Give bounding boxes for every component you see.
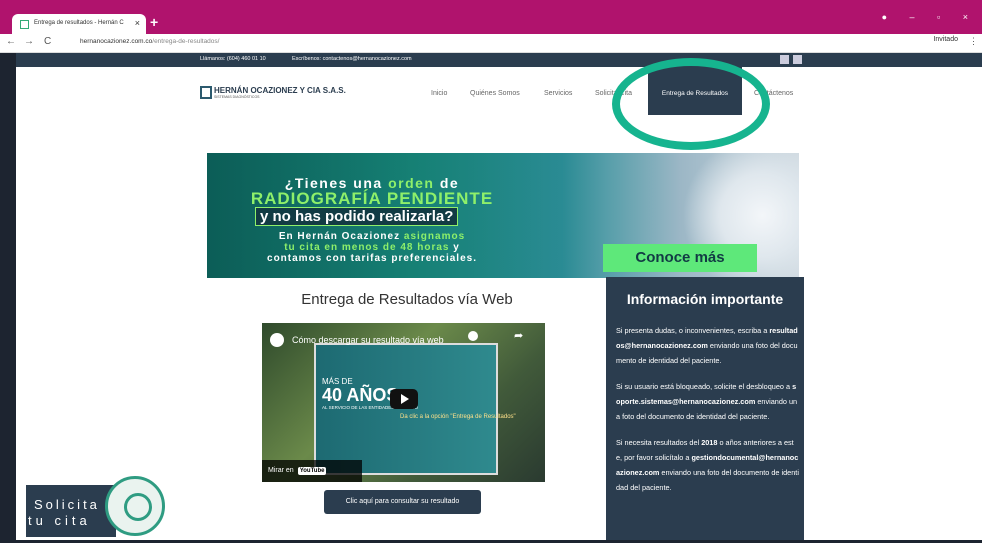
profile-button[interactable]: Invitado — [933, 36, 958, 43]
facebook-icon[interactable] — [780, 55, 789, 64]
solicita-label: Solicita — [34, 497, 100, 512]
solicita-cita-widget[interactable]: Solicita tu cita — [26, 485, 116, 537]
url-path: /entrega-de-resultados/ — [152, 38, 220, 45]
site-header — [16, 67, 982, 137]
forward-icon[interactable]: → — [24, 36, 34, 47]
logo-name[interactable]: HERNÁN OCAZIONEZ Y CIA S.A.S. — [214, 86, 346, 95]
tab-title: Entrega de resultados - Hernán C — [34, 20, 124, 26]
browser-tab-strip — [0, 0, 982, 34]
consult-result-button[interactable]: Clic aquí para consultar su resultado — [324, 490, 481, 514]
nav-servicios[interactable]: Servicios — [544, 90, 572, 97]
banner-body: En Hernán Ocazionez asignamos tu cita en… — [207, 231, 537, 264]
info-p2-pre: Si su usuario está bloqueado, solicite e… — [616, 382, 791, 391]
youtube-video[interactable]: Cómo descargar su resultado vía web ➦ MÁ… — [262, 323, 545, 482]
whatsapp-phone-icon — [124, 493, 152, 521]
browser-tab[interactable]: Entrega de resultados - Hernán C × — [12, 14, 146, 34]
browser-menu-icon[interactable]: ⋮ — [969, 36, 978, 47]
highlight-circle — [612, 58, 770, 150]
contact-bar — [16, 53, 982, 67]
banner-line-4b: asignamos — [403, 231, 466, 242]
back-icon[interactable]: ← — [6, 36, 16, 47]
watch-on-label: Mirar en — [268, 467, 294, 474]
phone-text: Llámanos: (604) 460 01 10 — [200, 56, 266, 62]
banner-line-2: RADIOGRAFÍA PENDIENTE — [250, 189, 494, 208]
info-paragraph-1: Si presenta dudas, o inconvenientes, esc… — [616, 323, 799, 368]
info-p3-year: 2018 — [701, 438, 718, 447]
tu-cita-label: tu cita — [28, 513, 91, 528]
video-40-anos: 40 AÑOS — [322, 385, 399, 405]
video-title[interactable]: Cómo descargar su resultado vía web — [292, 335, 444, 345]
email-text[interactable]: Escríbenos: contactenos@hernanocazionez.… — [292, 56, 412, 62]
new-tab-button[interactable]: + — [150, 14, 158, 30]
url-field[interactable]: hernanocazionez.com.co/entrega-de-result… — [80, 38, 219, 45]
conoce-mas-button[interactable]: Conoce más — [603, 244, 757, 272]
watch-later-icon[interactable] — [468, 331, 478, 341]
reload-icon[interactable]: C — [44, 36, 51, 47]
channel-logo-icon[interactable] — [270, 333, 284, 347]
info-panel: Información importante Si presenta dudas… — [606, 277, 804, 543]
close-tab-icon[interactable]: × — [135, 18, 140, 28]
info-paragraph-3: Si necesita resultados del 2018 o años a… — [616, 435, 799, 495]
window-controls[interactable]: ● – ▫ × — [882, 12, 978, 22]
info-p1-pre: Si presenta dudas, o inconvenientes, esc… — [616, 326, 768, 335]
page-heading: Entrega de Resultados vía Web — [301, 291, 513, 308]
nav-inicio[interactable]: Inicio — [431, 90, 447, 97]
info-p3-pre: Si necesita resultados del — [616, 438, 700, 447]
share-icon[interactable]: ➦ — [514, 329, 523, 342]
promo-banner[interactable]: ¿Tienes una orden de RADIOGRAFÍA PENDIEN… — [207, 153, 799, 278]
url-host: hernanocazionez.com.co — [80, 38, 153, 45]
instagram-icon[interactable] — [793, 55, 802, 64]
info-title: Información importante — [626, 291, 784, 307]
left-edge — [0, 53, 16, 543]
banner-line-4a: En Hernán Ocazionez — [278, 231, 401, 242]
banner-line-5b: y — [453, 242, 460, 253]
whatsapp-icon[interactable] — [105, 476, 165, 536]
youtube-logo-icon: YouTube — [297, 467, 327, 475]
logo-subtitle: SISTEMAS DIAGNÓSTICOS — [214, 95, 260, 99]
watch-on-youtube[interactable]: Mirar en YouTube — [262, 460, 362, 482]
banner-line-6: contamos con tarifas preferenciales. — [267, 253, 477, 264]
banner-line-3: y no has podido realizarla? — [255, 207, 459, 226]
banner-line-5a: tu cita en menos de 48 horas — [284, 242, 450, 253]
nav-quienes-somos[interactable]: Quiénes Somos — [470, 90, 520, 97]
info-paragraph-2: Si su usuario está bloqueado, solicite e… — [616, 379, 799, 424]
favicon-icon — [20, 20, 29, 29]
logo-icon[interactable] — [200, 86, 212, 99]
play-icon[interactable] — [390, 389, 418, 409]
info-body: Si presenta dudas, o inconvenientes, esc… — [616, 323, 799, 506]
video-click-hint: Da clic a la opción "Entrega de Resultad… — [400, 414, 516, 420]
